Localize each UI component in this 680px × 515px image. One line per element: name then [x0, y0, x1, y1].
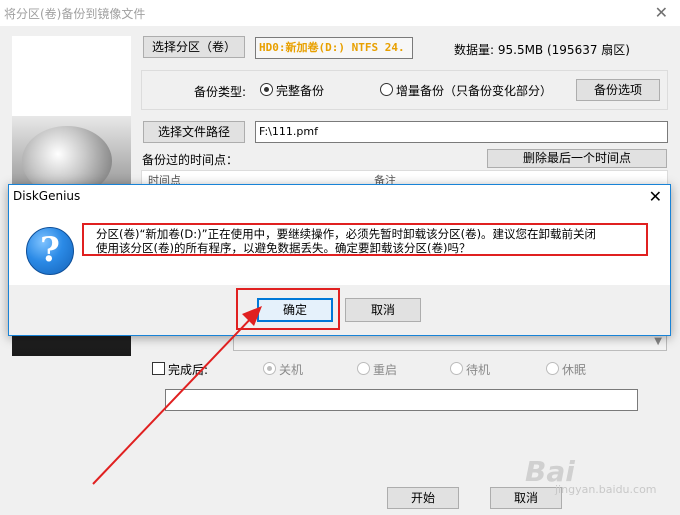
progress-field	[165, 389, 638, 411]
incremental-backup-label[interactable]: 增量备份（只备份变化部分）	[396, 82, 552, 99]
dialog-message: 分区(卷)“新加卷(D:)”正在使用中，要继续操作，必须先暂时卸载该分区(卷)。…	[82, 223, 648, 256]
hibernate-label: 休眠	[562, 363, 587, 377]
select-file-path-button[interactable]: 选择文件路径	[143, 121, 245, 143]
dialog-cancel-button[interactable]: 取消	[345, 298, 421, 322]
main-close-icon[interactable]: ✕	[655, 3, 668, 22]
watermark-sub: jingyan.baidu.com	[555, 483, 657, 496]
backup-options-button[interactable]: 备份选项	[576, 79, 660, 101]
delete-last-timepoint-button[interactable]: 删除最后一个时间点	[487, 149, 667, 168]
shutdown-radio[interactable]	[263, 362, 276, 375]
restart-radio[interactable]	[357, 362, 370, 375]
restart-label: 重启	[373, 363, 398, 377]
start-button[interactable]: 开始	[387, 487, 459, 509]
timepoints-label: 备份过的时间点：	[142, 153, 239, 167]
standby-radio[interactable]	[450, 362, 463, 375]
dialog-title: DiskGenius	[13, 189, 81, 203]
shutdown-label: 关机	[279, 363, 304, 377]
select-partition-button[interactable]: 选择分区（卷）	[143, 36, 245, 58]
dialog-message-line2: 使用该分区(卷)的所有程序，以避免数据丢失。确定要卸载该分区(卷)吗？	[96, 241, 471, 255]
question-icon: ?	[26, 227, 74, 275]
standby-label: 待机	[466, 363, 491, 377]
dialog-body: ? 分区(卷)“新加卷(D:)”正在使用中，要继续操作，必须先暂时卸载该分区(卷…	[9, 209, 670, 285]
question-icon-glyph: ?	[40, 230, 60, 270]
file-path-input[interactable]: F:\111.pmf	[255, 121, 668, 143]
baidu-watermark: Bai jingyan.baidu.com	[525, 455, 657, 496]
main-window-title: 将分区(卷)备份到镜像文件	[4, 7, 146, 21]
chevron-down-icon[interactable]: ▼	[654, 336, 662, 347]
dialog-close-icon[interactable]: ✕	[649, 187, 662, 206]
hibernate-radio[interactable]	[546, 362, 559, 375]
data-size-label: 数据量: 95.5MB (195637 扇区)	[454, 43, 630, 57]
incremental-backup-radio[interactable]	[380, 83, 393, 96]
after-finish-checkbox[interactable]	[152, 362, 165, 375]
backup-type-label: 备份类型:	[194, 85, 247, 99]
main-window-titlebar: 将分区(卷)备份到镜像文件 ✕	[0, 0, 680, 26]
dialog-message-line1: 分区(卷)“新加卷(D:)”正在使用中，要继续操作，必须先暂时卸载该分区(卷)。…	[96, 227, 597, 241]
partition-field: HD0:新加卷(D:) NTFS 24.	[255, 37, 413, 59]
after-finish-label[interactable]: 完成后:	[168, 361, 208, 378]
full-backup-label[interactable]: 完整备份	[276, 82, 324, 99]
full-backup-radio[interactable]	[260, 83, 273, 96]
dialog-titlebar: DiskGenius ✕	[9, 185, 670, 209]
ok-highlight-box	[236, 288, 340, 330]
main-cancel-button[interactable]: 取消	[490, 487, 562, 509]
